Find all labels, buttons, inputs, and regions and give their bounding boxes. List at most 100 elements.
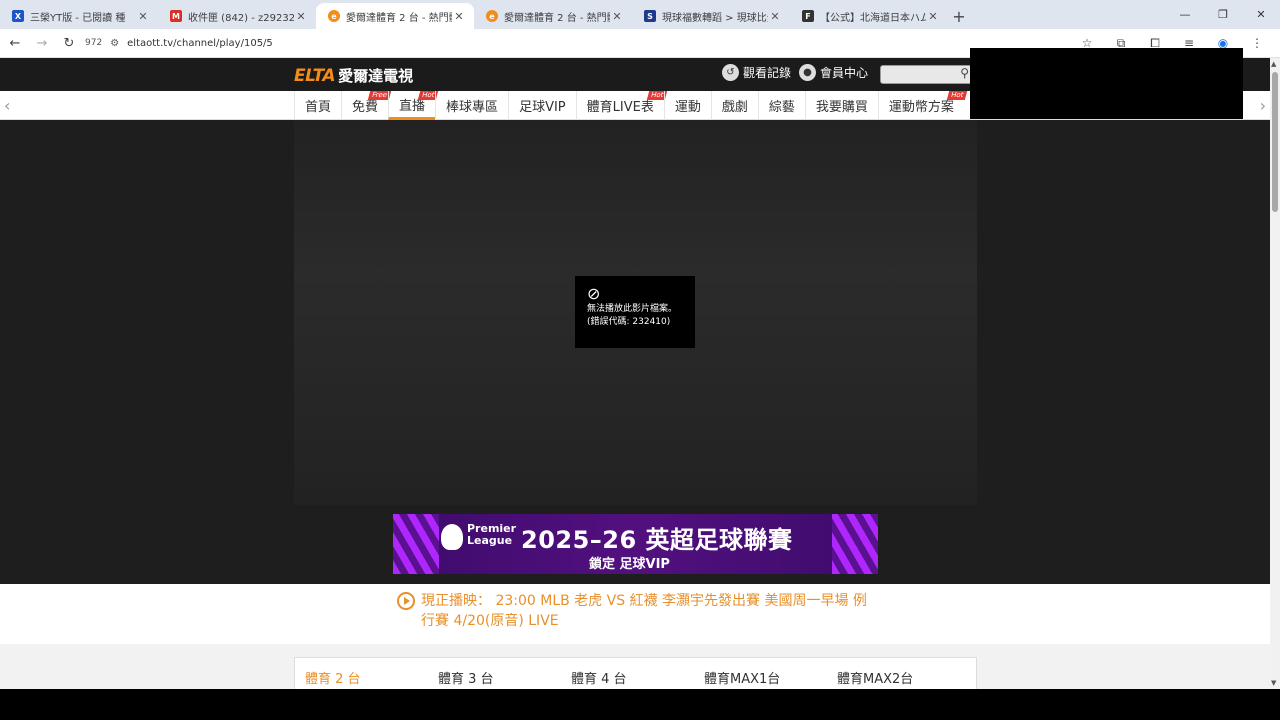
nav-label: 綜藝 bbox=[768, 100, 795, 115]
nav-item-home[interactable]: 首頁 bbox=[294, 91, 341, 120]
site-search-input[interactable]: ⚲ bbox=[880, 65, 972, 84]
logo-brand-cn: 愛爾達電視 bbox=[338, 67, 414, 85]
player-error-message: ⊘ 無法播放此影片檔案。 (錯誤代碼: 232410) bbox=[575, 276, 695, 348]
close-window-button[interactable]: ✕ bbox=[1242, 0, 1280, 29]
video-off-icon: ⊘ bbox=[587, 284, 601, 303]
scroll-up-icon[interactable]: ▲ bbox=[1271, 60, 1276, 68]
menu-icon[interactable]: ⋮ bbox=[1240, 31, 1274, 55]
tab-close-icon[interactable]: ✕ bbox=[452, 10, 466, 23]
tab-title: 【公式】北海道日本ハムファイ bbox=[820, 12, 926, 24]
web-page: ELTA 愛爾達電視 ↺ 觀看記錄 ● 會員中心 ⚲ ‹ 首頁 免費 Free 直… bbox=[0, 58, 1270, 689]
tab-title: 收件匣 (842) - z2923274@gm bbox=[188, 12, 294, 24]
tab-favicon-icon: X bbox=[12, 10, 24, 22]
nav-scroll-right-icon[interactable]: › bbox=[1260, 96, 1266, 115]
nav-item-baseball[interactable]: 棒球專區 bbox=[435, 91, 508, 120]
tab-title: 三榮YT版 - 已閱讀 種 bbox=[30, 12, 126, 24]
site-logo[interactable]: ELTA 愛爾達電視 bbox=[294, 65, 413, 86]
browser-tab[interactable]: X 三榮YT版 - 已閱讀 種 ✕ bbox=[0, 3, 158, 29]
tab-close-icon[interactable]: ✕ bbox=[768, 10, 782, 23]
nav-item-variety[interactable]: 綜藝 bbox=[757, 91, 805, 120]
back-icon[interactable]: ← bbox=[3, 31, 27, 55]
play-circle-icon bbox=[397, 592, 415, 610]
banner-subtitle: 鎖定 足球VIP bbox=[589, 557, 670, 572]
member-center-label: 會員中心 bbox=[820, 66, 869, 80]
nav-items: 首頁 免費 Free 直播 Hot 棒球專區 足球VIP 體育LIVE表 Hot 運動… bbox=[294, 91, 968, 120]
video-player[interactable]: ⊘ 無法播放此影片檔案。 (錯誤代碼: 232410) bbox=[294, 120, 977, 505]
nav-label: 體育LIVE表 bbox=[586, 100, 654, 115]
nav-label: 運動 bbox=[674, 100, 701, 115]
channel-tab-sports-max1[interactable]: 體育MAX1台 bbox=[704, 658, 837, 689]
browser-tab[interactable]: e 愛爾達體育 2 台 - 熱門體育賽事 ✕ bbox=[474, 3, 632, 29]
nav-label: 棒球專區 bbox=[446, 100, 499, 115]
tab-close-icon[interactable]: ✕ bbox=[926, 10, 940, 23]
browser-tab[interactable]: M 收件匣 (842) - z2923274@gm ✕ bbox=[158, 3, 316, 29]
now-playing-text: 現正播映： 23:00 MLB 老虎 VS 紅襪 李灝宇先發出賽 美國周一早場 … bbox=[421, 593, 867, 629]
search-icon[interactable]: ⚲ bbox=[960, 66, 969, 80]
tab-title: 現球福數轉蹈 > 現球比分 > 現 bbox=[662, 12, 768, 24]
tab-favicon-icon: e bbox=[328, 10, 340, 22]
now-playing-bar: 現正播映： 23:00 MLB 老虎 VS 紅襪 李灝宇先發出賽 美國周一早場 … bbox=[0, 584, 1270, 644]
nav-item-sports-coin-plans[interactable]: 運動幣方案 Hot bbox=[877, 91, 968, 120]
minimize-button[interactable]: — bbox=[1166, 0, 1204, 29]
banner-headline: 2025–26 英超足球聯賽 bbox=[521, 526, 793, 554]
nav-badge: Hot bbox=[946, 91, 968, 100]
browser-tab-active[interactable]: e 愛爾達體育 2 台 - 熱門體育賽事 ✕ bbox=[316, 3, 474, 29]
member-center-link[interactable]: ● 會員中心 bbox=[799, 64, 868, 81]
forward-icon[interactable]: → bbox=[30, 31, 54, 55]
url-text[interactable]: eltaott.tv/channel/play/105/5 bbox=[127, 38, 273, 49]
scroll-down-icon[interactable]: ▼ bbox=[1271, 679, 1276, 687]
channel-tab-sports-2[interactable]: 體育 2 台 bbox=[305, 658, 438, 689]
nav-item-football-vip[interactable]: 足球VIP bbox=[508, 91, 576, 120]
new-tab-button[interactable]: + bbox=[948, 3, 970, 29]
nav-label: 足球VIP bbox=[519, 100, 566, 115]
error-text-line1: 無法播放此影片檔案。 bbox=[587, 304, 678, 314]
bottom-black-bar bbox=[0, 689, 1280, 720]
channel-tab-sports-4[interactable]: 體育 4 台 bbox=[571, 658, 704, 689]
logo-brand: ELTA bbox=[294, 65, 336, 86]
zoom-level: 972 bbox=[85, 38, 103, 48]
nav-label: 我要購買 bbox=[815, 100, 868, 115]
tab-favicon-icon: S bbox=[644, 10, 656, 22]
browser-tab[interactable]: F 【公式】北海道日本ハムファイ ✕ bbox=[790, 3, 948, 29]
league-line2: League bbox=[467, 534, 513, 547]
header-links: ↺ 觀看記錄 ● 會員中心 bbox=[722, 64, 876, 81]
user-icon: ● bbox=[799, 64, 817, 81]
premier-league-wordmark: Premier League bbox=[467, 523, 516, 547]
channel-tabs: 體育 2 台 體育 3 台 體育 4 台 體育MAX1台 體育MAX2台 bbox=[294, 657, 977, 689]
tab-title: 愛爾達體育 2 台 - 熱門體育賽事 bbox=[504, 12, 610, 24]
nav-item-drama[interactable]: 戲劇 bbox=[710, 91, 758, 120]
banner-stripes-right bbox=[832, 514, 878, 574]
premier-league-banner[interactable]: Premier League 2025–26 英超足球聯賽 鎖定 足球VIP bbox=[393, 514, 878, 574]
window-controls: — ❐ ✕ bbox=[1166, 0, 1280, 29]
tab-close-icon[interactable]: ✕ bbox=[136, 10, 150, 23]
scrollbar-thumb[interactable] bbox=[1272, 72, 1278, 212]
browser-tab[interactable]: S 現球福數轉蹈 > 現球比分 > 現 ✕ bbox=[632, 3, 790, 29]
tab-close-icon[interactable]: ✕ bbox=[294, 10, 308, 23]
channel-tab-sports-3[interactable]: 體育 3 台 bbox=[438, 658, 571, 689]
tab-close-icon[interactable]: ✕ bbox=[610, 10, 624, 23]
channel-tab-sports-max2[interactable]: 體育MAX2台 bbox=[837, 658, 970, 689]
banner-stripes-left bbox=[393, 514, 439, 574]
watch-history-link[interactable]: ↺ 觀看記錄 bbox=[722, 64, 791, 81]
restore-button[interactable]: ❐ bbox=[1204, 0, 1242, 29]
nav-item-sports[interactable]: 運動 bbox=[663, 91, 711, 120]
nav-item-sports-live-schedule[interactable]: 體育LIVE表 Hot bbox=[575, 91, 668, 120]
channel-section: 體育 2 台 體育 3 台 體育 4 台 體育MAX1台 體育MAX2台 bbox=[0, 644, 1270, 689]
nav-label: 首頁 bbox=[305, 100, 332, 115]
reload-icon[interactable]: ↻ bbox=[57, 31, 81, 55]
tab-favicon-icon: F bbox=[802, 10, 814, 22]
nav-item-purchase[interactable]: 我要購買 bbox=[804, 91, 878, 120]
error-code: (錯誤代碼: 232410) bbox=[587, 317, 671, 327]
browser-tab-strip: X 三榮YT版 - 已閱讀 種 ✕ M 收件匣 (842) - z2923274… bbox=[0, 0, 1280, 29]
nav-label: 戲劇 bbox=[721, 100, 748, 115]
nav-scroll-left-icon[interactable]: ‹ bbox=[4, 96, 10, 115]
tab-title: 愛爾達體育 2 台 - 熱門體育賽事 bbox=[346, 12, 452, 24]
black-overlay-region bbox=[970, 48, 1243, 119]
tab-favicon-icon: M bbox=[170, 10, 182, 22]
watch-history-label: 觀看記錄 bbox=[743, 66, 792, 80]
address-bar[interactable]: 972 ⚙ eltaott.tv/channel/play/105/5 bbox=[85, 32, 965, 54]
nav-item-live[interactable]: 直播 Hot bbox=[388, 91, 439, 120]
site-info-icon[interactable]: ⚙ bbox=[110, 38, 119, 49]
nav-item-free[interactable]: 免費 Free bbox=[341, 91, 392, 120]
page-scrollbar[interactable]: ▲ ▼ bbox=[1270, 58, 1280, 689]
